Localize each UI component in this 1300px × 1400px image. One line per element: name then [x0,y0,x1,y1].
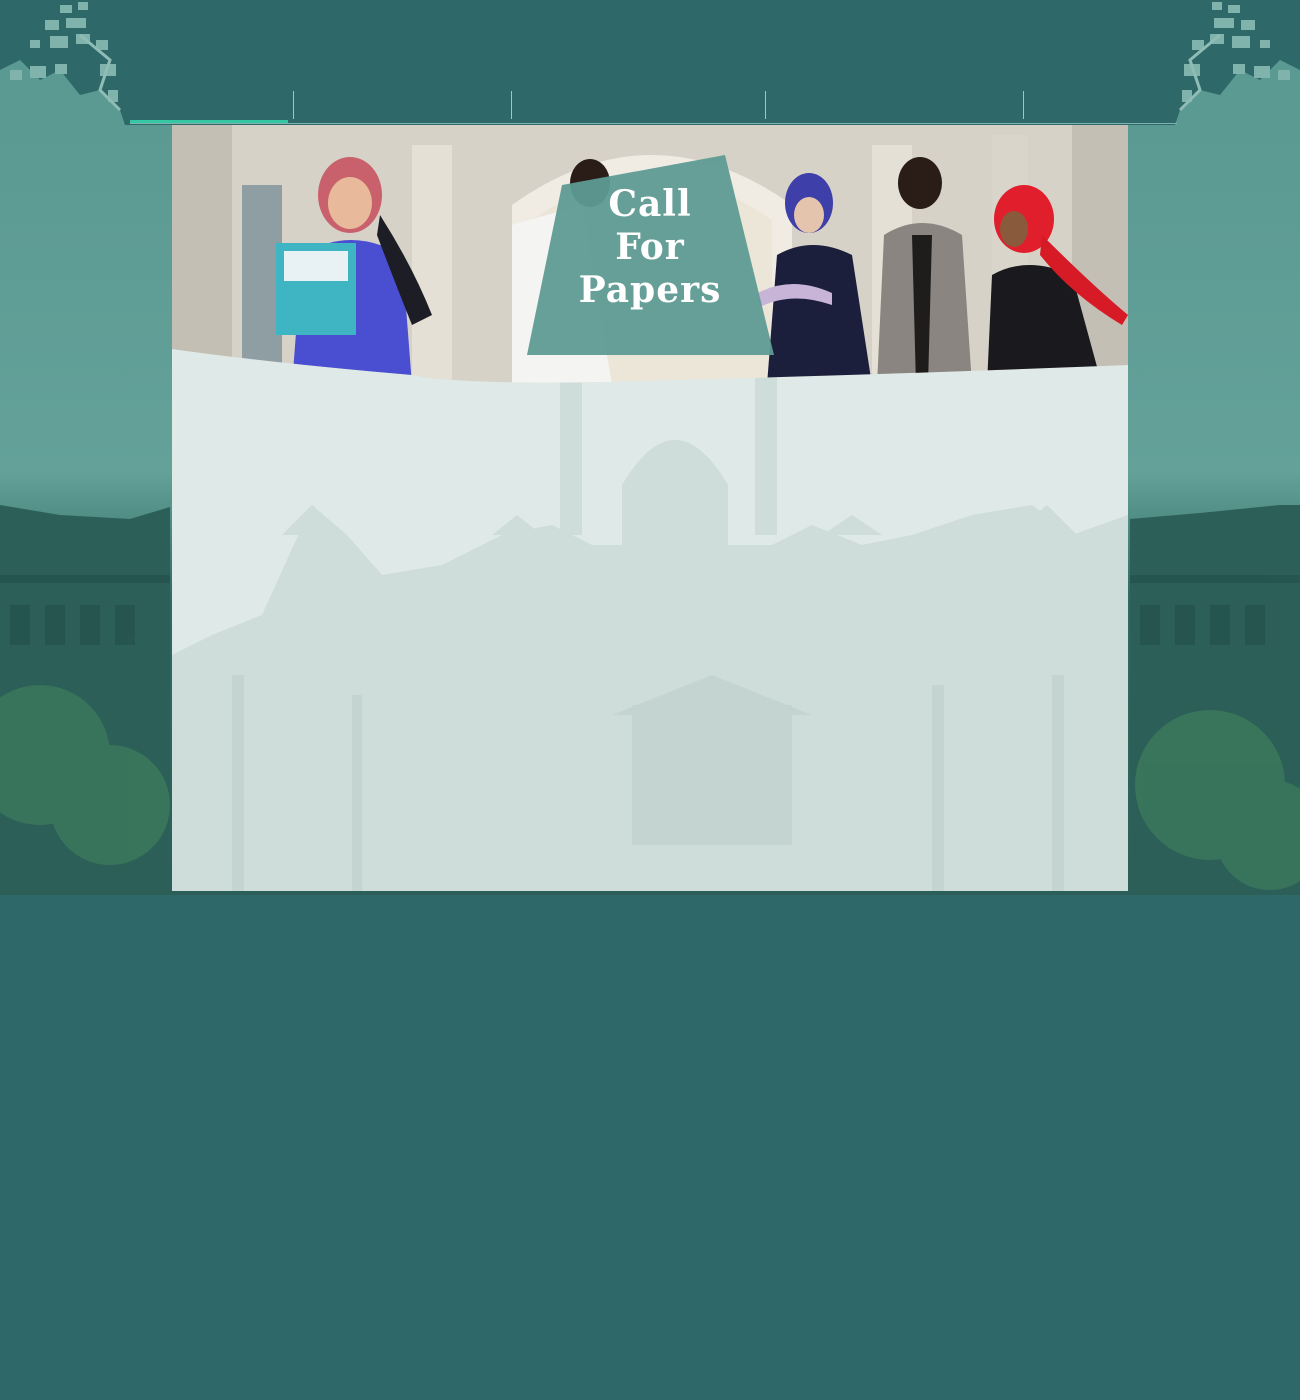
mosque-silhouette-image [172,375,1128,891]
site-footer [0,895,1300,1400]
banner-title-line-1: Call [608,183,692,225]
nav-item-3[interactable] [512,88,765,124]
call-for-papers-title: Call For Papers [552,183,748,312]
banner-title-line-2: For [615,226,685,268]
nav-item-1[interactable] [130,88,293,124]
page: Call For Papers [0,0,1300,1400]
banner-title-line-3: Papers [578,269,722,311]
content-panel: Call For Papers [172,125,1128,891]
left-corner-pattern-icon [0,2,125,125]
right-corner-pattern-icon [1175,2,1300,125]
nav-item-2[interactable] [294,88,511,124]
nav-item-4[interactable] [766,88,1023,124]
main-navigation [130,88,1177,124]
nav-underline [130,123,1177,124]
nav-item-5[interactable] [1024,88,1177,124]
